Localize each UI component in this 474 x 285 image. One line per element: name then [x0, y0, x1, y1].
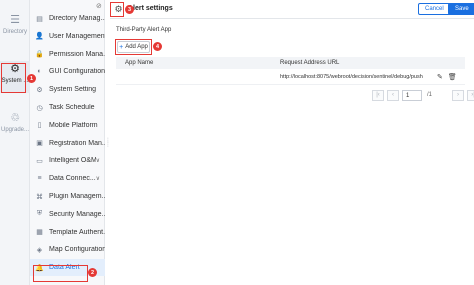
sidebar-item-label: Directory Manag...	[49, 15, 105, 22]
sidebar-item-user-management[interactable]: 👤 User Management	[30, 28, 105, 45]
row-actions: ✎ 🗑	[437, 73, 465, 81]
sidebar-item-label: Intelligent O&M	[49, 157, 96, 165]
sidebar-item-mobile-platform[interactable]: ▯ Mobile Platform	[30, 117, 105, 134]
rail-item-upgrade[interactable]: ♲ Upgrade...	[0, 112, 30, 134]
chevron-down-icon[interactable]: ∨	[96, 175, 100, 182]
palette-icon: ◐	[37, 68, 42, 76]
first-page-button[interactable]: |‹	[372, 89, 384, 101]
prev-page-button[interactable]: ‹	[387, 89, 399, 101]
rail-item-directory[interactable]: ☰ Directory	[0, 14, 30, 36]
sidebar-item-label: Plugin Managem...	[49, 193, 105, 200]
annotation-badge-1: 1	[27, 74, 36, 83]
next-page-button[interactable]: ›	[452, 89, 464, 101]
sidebar-item-label: Map Configuration	[49, 246, 105, 254]
database-icon: ≡	[37, 175, 42, 183]
add-app-label: Add App	[125, 44, 148, 50]
table-row: http://localhost:8075/webroot/decision/s…	[116, 69, 465, 85]
alert-app-table: App Name Request Address URL http://loca…	[116, 57, 465, 85]
gear-icon: ⚙	[10, 63, 20, 75]
app-rail: ☰ Directory ⚙ System ... ♲ Upgrade...	[0, 0, 30, 285]
clock-icon: ◷	[36, 104, 43, 112]
rail-item-system[interactable]: ⚙ System ...	[0, 61, 30, 93]
top-bar: ⚙ Alert settings Cancel Save	[110, 0, 474, 19]
bell-icon: 🔔	[35, 264, 44, 272]
registration-icon: ▣	[36, 140, 43, 148]
sidebar-item-label: Template Authent...	[49, 228, 105, 236]
settings-button[interactable]: ⚙	[112, 3, 125, 16]
sidebar-item-system-setting[interactable]: ⚙ System Setting	[30, 81, 105, 98]
sidebar-item-permission-mana[interactable]: 🔒 Permission Mana...	[30, 46, 105, 63]
edit-icon[interactable]: ✎	[437, 73, 443, 81]
page-number-input[interactable]: 1	[402, 89, 422, 101]
sidebar-item-label: GUI Configuration	[49, 68, 105, 76]
sidebar-item-intelligent-o-m[interactable]: ▭ Intelligent O&M ∨	[30, 152, 105, 169]
last-page-button[interactable]: ›|	[467, 89, 474, 101]
map-icon: ◈	[36, 246, 43, 254]
sidebar-item-label: Registration Man...	[49, 139, 105, 147]
rail-item-label: Directory	[2, 29, 27, 35]
save-button[interactable]: Save	[448, 3, 474, 15]
plugin-icon: ⌘	[36, 193, 43, 201]
sidebar-item-label: System Setting	[49, 86, 97, 94]
pagination: |‹ ‹ 1 /1 › ›|	[372, 89, 474, 101]
gear-icon: ⚙	[114, 4, 123, 14]
lock-icon: 🔒	[35, 51, 44, 59]
cancel-button[interactable]: Cancel	[418, 3, 451, 15]
sidebar-item-label: Mobile Platform	[49, 121, 98, 129]
sidebar-item-security-manage[interactable]: ⛨ Security Manage...	[30, 206, 105, 223]
sidebar-item-task-schedule[interactable]: ◷ Task Schedule	[30, 99, 105, 116]
user-icon: 👤	[35, 33, 44, 41]
sidebar-item-gui-configuration[interactable]: ◐ GUI Configuration	[30, 63, 105, 80]
panel-splitter-handle[interactable]: ⋮ ⋮	[105, 138, 111, 151]
list-icon: ☰	[10, 14, 20, 26]
shield-icon: ⛨	[36, 210, 43, 218]
monitor-icon: ▭	[36, 157, 43, 165]
sidebar-item-data-connec[interactable]: ≡ Data Connec... ∨	[30, 170, 105, 187]
sidebar-item-directory-manag[interactable]: ▤ Directory Manag...	[30, 10, 105, 27]
trash-icon[interactable]: 🗑	[448, 73, 457, 81]
mobile-icon: ▯	[37, 122, 42, 130]
sidebar-item-label: Task Schedule	[49, 104, 95, 111]
column-header-app-name: App Name	[125, 60, 154, 66]
chevron-down-icon[interactable]: ∨	[96, 157, 100, 164]
section-heading: Third-Party Alert App	[116, 27, 172, 33]
annotation-badge-3: 3	[125, 5, 134, 14]
sidebar-item-label: Permission Mana...	[49, 50, 105, 58]
plus-icon: +	[119, 43, 124, 51]
sidebar-item-plugin-managem[interactable]: ⌘ Plugin Managem...	[30, 188, 105, 205]
sidebar-item-template-authent[interactable]: ▦ Template Authent...	[30, 224, 105, 241]
template-icon: ▦	[36, 229, 43, 237]
recycle-icon: ♲	[10, 112, 20, 124]
gear-icon: ⚙	[36, 86, 43, 94]
annotation-badge-2: 2	[88, 268, 97, 277]
sidebar-item-label: Security Manage...	[49, 210, 105, 218]
cell-url: http://localhost:8075/webroot/decision/s…	[280, 73, 423, 80]
sidebar-item-registration-man[interactable]: ▣ Registration Man...	[30, 135, 105, 152]
rail-item-label: System ...	[1, 78, 29, 84]
add-app-button[interactable]: + Add App	[117, 41, 150, 53]
annotation-badge-4: 4	[153, 42, 162, 51]
page-total: /1	[427, 92, 433, 98]
table-header: App Name Request Address URL	[116, 57, 465, 69]
sidebar-item-map-configuration[interactable]: ◈ Map Configuration	[30, 241, 105, 258]
rail-item-label: Upgrade...	[0, 127, 30, 133]
column-header-url: Request Address URL	[280, 60, 340, 66]
page-title: Alert settings	[128, 5, 173, 12]
sidebar-item-label: Data Connec...	[49, 175, 96, 183]
sidebar-item-label: User Management	[49, 32, 105, 40]
folder-icon: ▤	[36, 15, 43, 23]
pin-icon[interactable]: ⊘	[96, 2, 102, 10]
